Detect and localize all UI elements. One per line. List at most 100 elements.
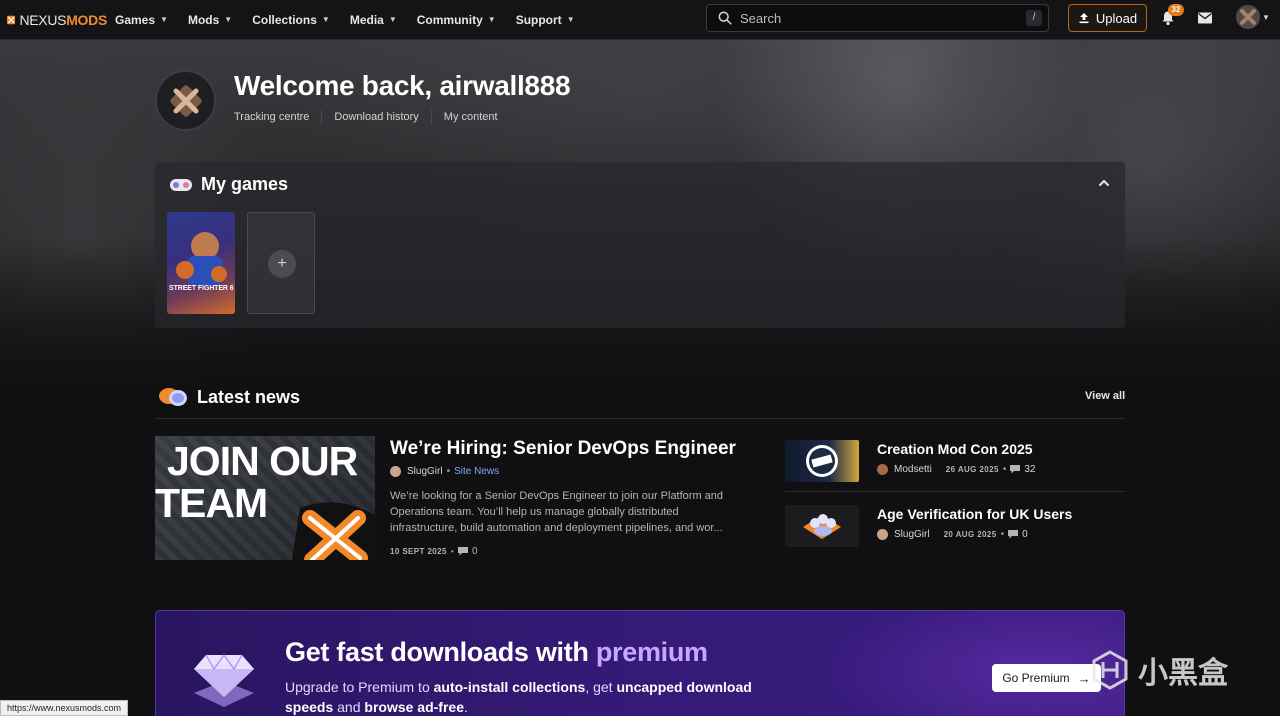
nav-mods[interactable]: Mods ▼ (188, 13, 232, 27)
featured-image-text-line-2: TEAM (155, 480, 268, 526)
profile-quick-links: Tracking centre Download history My cont… (234, 110, 522, 124)
messages-mail-icon[interactable] (1197, 11, 1213, 25)
meta-separator-dot: • (1002, 464, 1007, 475)
link-download-history[interactable]: Download history (334, 110, 432, 124)
nav-media[interactable]: Media ▼ (350, 13, 397, 27)
arrow-right-icon: → (1077, 670, 1091, 686)
featured-news-author[interactable]: SlugGirl (407, 466, 443, 477)
nexus-logo-icon (7, 15, 16, 24)
news-item-divider (785, 491, 1125, 492)
chevron-down-icon: ▼ (566, 15, 575, 24)
featured-image-text-line-1: JOIN OUR (167, 438, 358, 484)
chevron-down-icon[interactable]: ▼ (1262, 13, 1270, 22)
nav-games[interactable]: Games ▼ (115, 13, 168, 27)
author-avatar (877, 464, 888, 475)
premium-title: Get fast downloads with premium (285, 637, 708, 667)
gamepad-icon (170, 178, 192, 191)
author-avatar (390, 466, 401, 477)
nav-collections[interactable]: Collections ▼ (252, 13, 330, 27)
news-item-comment-count: 32 (1024, 464, 1036, 475)
featured-news-comment-count: 0 (472, 546, 478, 557)
site-logo-text: NEXUSMODS (19, 11, 107, 28)
user-avatar[interactable] (1236, 5, 1260, 29)
news-item-author[interactable]: SlugGirl (894, 529, 930, 540)
chevron-down-icon: ▼ (487, 15, 496, 24)
news-item-age-verification[interactable]: Age Verification for UK Users SlugGirl 2… (785, 505, 1125, 561)
section-divider (155, 418, 1125, 419)
nav-games-label: Games (115, 12, 156, 27)
view-all-news-link[interactable]: View all (1085, 390, 1125, 402)
news-item-meta: SlugGirl 20 AUG 2025 • 0 (877, 529, 1028, 540)
main-nav: Games ▼ Mods ▼ Collections ▼ Media ▼ Communi… (115, 13, 595, 27)
my-games-header: My games (169, 174, 288, 195)
search-input[interactable] (740, 10, 1010, 26)
comment-icon (458, 547, 469, 556)
news-item-date: 20 AUG 2025 (943, 530, 997, 539)
avatar-image-icon (1236, 5, 1260, 29)
news-item-meta: Modsetti 26 AUG 2025 • 32 (877, 464, 1035, 475)
meta-separator-dot: • (446, 466, 451, 477)
news-thumbnail (785, 505, 859, 547)
featured-news-image[interactable]: JOIN OUR TEAM (155, 436, 375, 560)
author-avatar (877, 529, 888, 540)
diamond-icon (194, 653, 254, 707)
nav-community-label: Community (416, 12, 483, 27)
featured-news-footer: 10 SEPT 2025 • 0 (390, 546, 478, 557)
chevron-down-icon: ▼ (160, 15, 168, 24)
site-logo[interactable]: NEXUSMODS (7, 11, 107, 29)
nexus-logo-icon (292, 502, 375, 560)
news-chat-bubbles-icon (159, 388, 187, 406)
game-cover-art (176, 232, 227, 286)
upload-button[interactable]: Upload (1068, 4, 1147, 32)
chevron-down-icon: ▼ (224, 15, 233, 24)
featured-news-title[interactable]: We’re Hiring: Senior DevOps Engineer (390, 438, 736, 460)
game-tile-label: STREET FIGHTER 6 (169, 285, 234, 292)
age-verification-thumbnail-icon (803, 514, 841, 539)
latest-news-header: Latest news (157, 385, 300, 409)
comment-icon (1008, 530, 1019, 539)
nav-collections-label: Collections (252, 12, 317, 27)
news-item-creation-mod-con[interactable]: Creation Mod Con 2025 Modsetti 26 AUG 20… (785, 440, 1125, 496)
top-navigation-bar: NEXUSMODS Games ▼ Mods ▼ Collections ▼ Medi… (0, 0, 1280, 40)
comment-icon (1010, 465, 1021, 474)
status-bar-url: https://www.nexusmods.com (0, 700, 129, 716)
watermark: 小黑盒 (1090, 648, 1228, 692)
news-item-comment-count: 0 (1022, 529, 1028, 540)
premium-subtitle: Upgrade to Premium to auto-install colle… (285, 679, 752, 715)
upload-button-label: Upload (1095, 10, 1138, 26)
link-my-content[interactable]: My content (444, 110, 510, 124)
welcome-heading: Welcome back, airwall888 (234, 70, 571, 101)
search-shortcut-key: / (1026, 10, 1042, 26)
nav-community[interactable]: Community ▼ (417, 13, 496, 27)
go-premium-button[interactable]: Go Premium → (992, 664, 1101, 692)
search-box[interactable]: / (706, 4, 1049, 32)
add-game-tile[interactable]: + (247, 212, 315, 314)
nav-support-label: Support (515, 12, 562, 27)
featured-news-description: We’re looking for a Senior DevOps Engine… (390, 490, 724, 534)
chevron-down-icon: ▼ (321, 15, 330, 24)
go-premium-button-label: Go Premium (1002, 671, 1070, 685)
add-game-button[interactable]: + (268, 250, 296, 278)
news-item-date: 26 AUG 2025 (945, 465, 999, 474)
premium-banner: Get fast downloads with premium Upgrade … (155, 610, 1125, 716)
news-item-author[interactable]: Modsetti (894, 464, 932, 475)
link-tracking-centre[interactable]: Tracking centre (234, 110, 323, 124)
profile-avatar-icon (169, 84, 202, 117)
meta-separator-dot: • (1000, 529, 1005, 540)
meta-separator-dot: • (450, 547, 455, 556)
featured-news-meta: SlugGirl • Site News (390, 466, 499, 477)
nav-support[interactable]: Support ▼ (516, 13, 575, 27)
search-icon (718, 11, 732, 25)
news-item-title: Creation Mod Con 2025 (877, 441, 1033, 457)
profile-avatar[interactable] (155, 70, 216, 131)
my-games-panel: My games STREET FIGHTER 6 + (155, 162, 1125, 328)
featured-news-category[interactable]: Site News (454, 466, 499, 477)
nav-media-label: Media (349, 12, 384, 27)
news-thumbnail (785, 440, 859, 482)
notification-count-badge: 32 (1168, 4, 1184, 16)
upload-icon (1079, 13, 1089, 24)
game-tile-street-fighter-6[interactable]: STREET FIGHTER 6 (167, 212, 235, 314)
chevron-up-icon[interactable] (1097, 176, 1111, 190)
nav-mods-label: Mods (187, 12, 220, 27)
chevron-down-icon: ▼ (388, 15, 397, 24)
